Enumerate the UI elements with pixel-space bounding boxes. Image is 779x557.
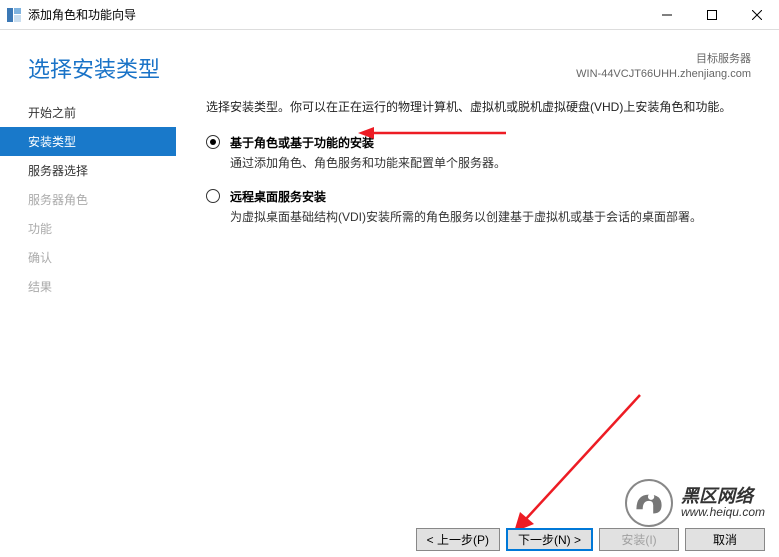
radio-remote-desktop[interactable] — [206, 189, 220, 203]
close-button[interactable] — [734, 0, 779, 30]
minimize-button[interactable] — [644, 0, 689, 30]
next-button[interactable]: 下一步(N) > — [506, 528, 593, 551]
option-body: 远程桌面服务安装 为虚拟桌面基础结构(VDI)安装所需的角色服务以创建基于虚拟机… — [230, 188, 751, 226]
page-title: 选择安装类型 — [28, 52, 160, 84]
titlebar: 添加角色和功能向导 — [0, 0, 779, 30]
app-icon — [6, 7, 22, 23]
watermark-url: www.heiqu.com — [681, 506, 765, 519]
option-remote-desktop[interactable]: 远程桌面服务安装 为虚拟桌面基础结构(VDI)安装所需的角色服务以创建基于虚拟机… — [206, 188, 751, 226]
window-controls — [644, 0, 779, 30]
cancel-button[interactable]: 取消 — [685, 528, 765, 551]
watermark: 黑区网络 www.heiqu.com — [625, 479, 765, 527]
wizard-main: 选择安装类型。你可以在正在运行的物理计算机、虚拟机或脱机虚拟硬盘(VHD)上安装… — [176, 98, 779, 301]
install-button: 安装(I) — [599, 528, 679, 551]
watermark-text: 黑区网络 www.heiqu.com — [681, 487, 765, 520]
wizard-nav: 开始之前 安装类型 服务器选择 服务器角色 功能 确认 结果 — [0, 98, 176, 301]
nav-results: 结果 — [28, 272, 176, 301]
option-role-based-title: 基于角色或基于功能的安装 — [230, 134, 751, 151]
maximize-button[interactable] — [689, 0, 734, 30]
watermark-logo-icon — [625, 479, 673, 527]
wizard-body: 开始之前 安装类型 服务器选择 服务器角色 功能 确认 结果 选择安装类型。你可… — [0, 94, 779, 301]
nav-confirm: 确认 — [28, 243, 176, 272]
option-role-based[interactable]: 基于角色或基于功能的安装 通过添加角色、角色服务和功能来配置单个服务器。 — [206, 134, 751, 172]
nav-server-roles: 服务器角色 — [28, 185, 176, 214]
window-title: 添加角色和功能向导 — [28, 6, 136, 23]
nav-install-type[interactable]: 安装类型 — [0, 127, 176, 156]
target-server-value: WIN-44VCJT66UHH.zhenjiang.com — [576, 67, 751, 82]
option-remote-desktop-title: 远程桌面服务安装 — [230, 188, 751, 205]
nav-server-selection[interactable]: 服务器选择 — [28, 156, 176, 185]
radio-role-based[interactable] — [206, 135, 220, 149]
wizard-header: 选择安装类型 目标服务器 WIN-44VCJT66UHH.zhenjiang.c… — [0, 30, 779, 94]
watermark-cn: 黑区网络 — [681, 487, 765, 507]
annotation-arrow-bottom — [510, 390, 650, 540]
option-role-based-desc: 通过添加角色、角色服务和功能来配置单个服务器。 — [230, 154, 751, 172]
target-server-info: 目标服务器 WIN-44VCJT66UHH.zhenjiang.com — [576, 52, 751, 83]
nav-features: 功能 — [28, 214, 176, 243]
nav-before-begin[interactable]: 开始之前 — [28, 98, 176, 127]
option-body: 基于角色或基于功能的安装 通过添加角色、角色服务和功能来配置单个服务器。 — [230, 134, 751, 172]
option-remote-desktop-desc: 为虚拟桌面基础结构(VDI)安装所需的角色服务以创建基于虚拟机或基于会话的桌面部… — [230, 208, 751, 226]
wizard-footer: < 上一步(P) 下一步(N) > 安装(I) 取消 — [416, 528, 765, 551]
target-server-label: 目标服务器 — [576, 52, 751, 67]
instruction-text: 选择安装类型。你可以在正在运行的物理计算机、虚拟机或脱机虚拟硬盘(VHD)上安装… — [206, 98, 751, 116]
prev-button[interactable]: < 上一步(P) — [416, 528, 500, 551]
